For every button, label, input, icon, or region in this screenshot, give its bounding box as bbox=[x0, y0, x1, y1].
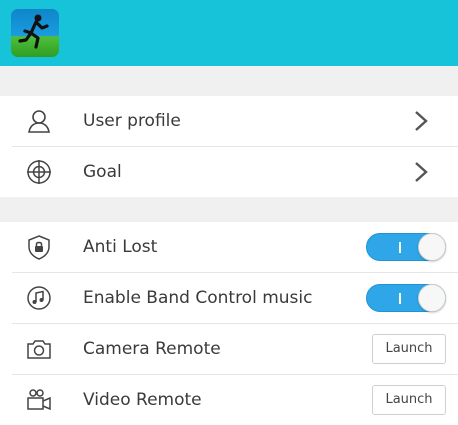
toggle-on-mark bbox=[399, 242, 401, 253]
music-note-icon bbox=[27, 286, 51, 310]
user-profile-row[interactable]: User profile bbox=[0, 96, 458, 146]
camera-remote-row: Camera Remote Launch bbox=[0, 324, 458, 374]
shield-lock-icon bbox=[28, 235, 50, 260]
band-control-music-toggle[interactable] bbox=[366, 284, 446, 312]
video-remote-label: Video Remote bbox=[83, 390, 202, 410]
band-control-music-row: Enable Band Control music bbox=[0, 273, 458, 323]
toggle-knob bbox=[418, 233, 446, 261]
section-gap bbox=[0, 66, 458, 96]
anti-lost-row: Anti Lost bbox=[0, 222, 458, 272]
camera-remote-label: Camera Remote bbox=[83, 339, 221, 359]
video-camera-icon bbox=[27, 389, 51, 411]
app-header bbox=[0, 0, 458, 66]
running-man-app-icon[interactable] bbox=[11, 9, 59, 57]
chevron-right-icon bbox=[415, 162, 428, 182]
video-remote-launch-button[interactable]: Launch bbox=[372, 385, 446, 415]
user-profile-label: User profile bbox=[83, 111, 181, 131]
toggle-knob bbox=[418, 284, 446, 312]
camera-icon bbox=[27, 340, 51, 359]
chevron-right-icon bbox=[415, 111, 428, 131]
section-gap bbox=[0, 197, 458, 222]
goal-row[interactable]: Goal bbox=[0, 147, 458, 197]
anti-lost-label: Anti Lost bbox=[83, 237, 158, 257]
user-icon bbox=[28, 110, 50, 133]
target-icon bbox=[27, 160, 51, 184]
anti-lost-toggle[interactable] bbox=[366, 233, 446, 261]
toggle-on-mark bbox=[399, 293, 401, 304]
band-control-music-label: Enable Band Control music bbox=[83, 288, 313, 308]
camera-remote-launch-button[interactable]: Launch bbox=[372, 334, 446, 364]
goal-label: Goal bbox=[83, 162, 122, 182]
video-remote-row: Video Remote Launch bbox=[0, 375, 458, 425]
